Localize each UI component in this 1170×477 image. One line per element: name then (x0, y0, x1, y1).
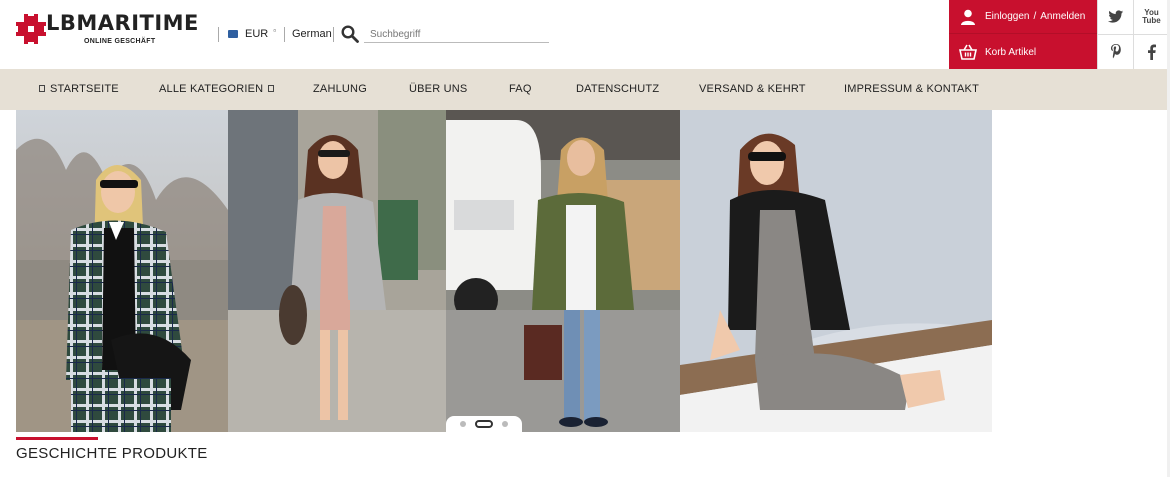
grey-coat-photo (228, 110, 446, 432)
youtube-icon: You Tube (1142, 9, 1161, 25)
nav-item-faq[interactable]: FAQ (509, 69, 532, 110)
nav-item-zahlung[interactable]: ZAHLUNG (313, 69, 367, 110)
logo-wordmark: LBMARITIME (46, 11, 199, 35)
hero-carousel[interactable] (16, 110, 992, 432)
currency-selector[interactable]: EUR ▫ (228, 25, 277, 40)
logo[interactable]: LBMARITIME ONLINE GESCHÄFT (16, 12, 198, 52)
divider (284, 27, 285, 42)
nav-item-ueber-uns[interactable]: ÜBER UNS (409, 69, 467, 110)
nav-label: ZAHLUNG (313, 83, 367, 95)
nav-item-versand-kehrt[interactable]: VERSAND & KEHRT (699, 69, 806, 110)
carousel-dot[interactable] (502, 421, 508, 427)
language-selector[interactable]: German (292, 28, 332, 40)
basket-icon (959, 44, 977, 60)
carousel-dot[interactable] (460, 421, 466, 427)
nav-label: FAQ (509, 83, 532, 95)
nav-label: VERSAND & KEHRT (699, 83, 806, 95)
logo-hash-icon (16, 14, 46, 44)
facebook-button[interactable] (1133, 35, 1169, 70)
section-accent-bar (16, 437, 98, 440)
pinterest-button[interactable] (1097, 35, 1133, 70)
plaid-blazer-photo (16, 110, 228, 432)
pinterest-icon (1110, 44, 1121, 59)
twitter-icon (1107, 10, 1123, 23)
eu-flag-icon (228, 30, 238, 38)
account-panel: Einloggen / Anmelden Korb Artikel (949, 0, 1097, 69)
carousel-dot-active[interactable] (475, 420, 493, 428)
search-input[interactable] (364, 27, 549, 43)
user-icon (961, 9, 975, 25)
carousel-dots (446, 416, 522, 432)
nav-label: ÜBER UNS (409, 83, 468, 95)
facebook-icon (1148, 44, 1156, 60)
search-icon[interactable] (341, 25, 359, 43)
slash-separator: / (1033, 11, 1037, 22)
login-register-row: Einloggen / Anmelden (949, 0, 1097, 34)
nav-item-impressum-kontakt[interactable]: IMPRESSUM & KONTAKT (844, 69, 979, 110)
youtube-text-2: Tube (1142, 16, 1161, 25)
nav-item-alle-kategorien[interactable]: ALLE KATEGORIEN (159, 69, 275, 110)
login-link[interactable]: Einloggen (985, 11, 1029, 22)
chevron-down-icon (268, 85, 275, 92)
leather-jacket-photo (680, 110, 992, 432)
section-title: GESCHICHTE PRODUKTE (16, 445, 208, 462)
divider (333, 27, 334, 42)
site-header: LBMARITIME ONLINE GESCHÄFT EUR ▫ German … (0, 0, 1170, 70)
chevron-down-icon: ▫ (273, 25, 277, 35)
nav-label: ALLE KATEGORIEN (159, 83, 264, 95)
logo-tagline: ONLINE GESCHÄFT (84, 38, 156, 45)
nav-label: IMPRESSUM & KONTAKT (844, 83, 979, 95)
cart-label: Korb Artikel (985, 46, 1037, 58)
divider (218, 27, 219, 42)
register-link[interactable]: Anmelden (1040, 11, 1085, 22)
home-icon (39, 85, 45, 92)
nav-label: DATENSCHUTZ (576, 83, 660, 95)
cart-row[interactable]: Korb Artikel (949, 35, 1097, 69)
youtube-button[interactable]: You Tube (1133, 0, 1169, 35)
nav-item-startseite[interactable]: STARTSEITE (39, 69, 119, 110)
nav-label: STARTSEITE (50, 83, 119, 95)
currency-label: EUR (245, 28, 269, 40)
twitter-button[interactable] (1097, 0, 1133, 35)
green-jacket-photo (446, 110, 680, 432)
nav-item-datenschutz[interactable]: DATENSCHUTZ (576, 69, 659, 110)
main-nav: STARTSEITE ALLE KATEGORIEN ZAHLUNG ÜBER … (0, 69, 1167, 110)
